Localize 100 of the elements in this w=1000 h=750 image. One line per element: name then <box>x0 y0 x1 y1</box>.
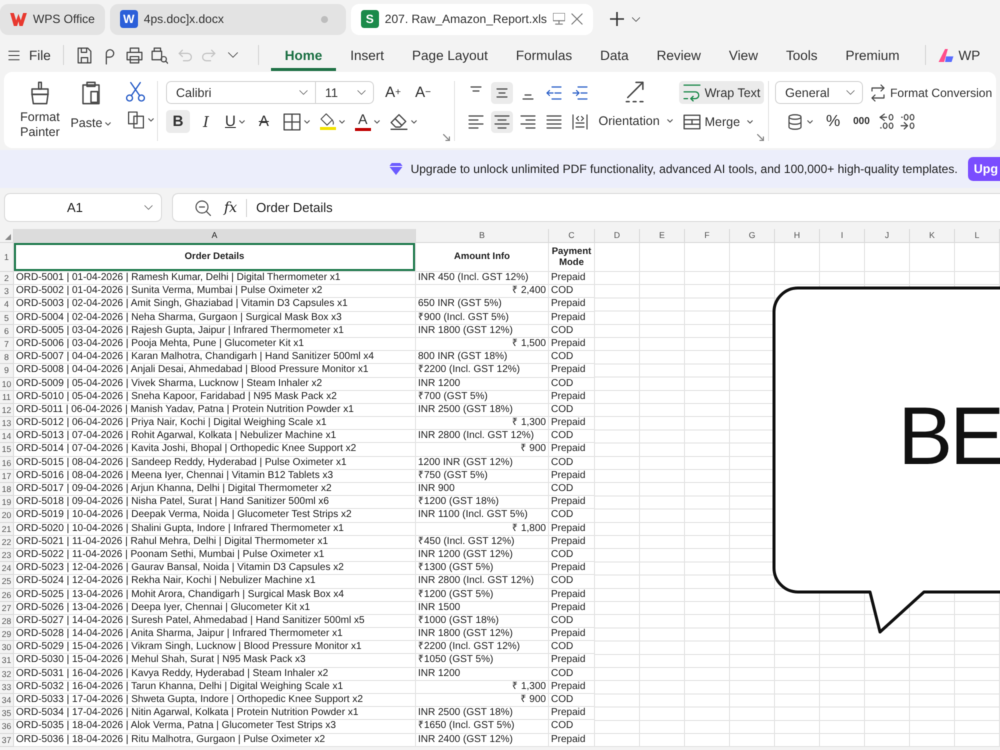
row-number[interactable]: 7 <box>0 338 14 352</box>
print-preview-icon[interactable] <box>150 46 168 64</box>
merge-button[interactable]: Merge <box>678 110 764 133</box>
row-number[interactable]: 2 <box>0 272 14 286</box>
column-header[interactable]: C <box>549 229 595 243</box>
upgrade-button[interactable]: Upg <box>968 157 1000 181</box>
scissors-icon[interactable] <box>126 81 145 102</box>
column-header[interactable]: I <box>820 229 865 243</box>
column-header[interactable]: H <box>775 229 820 243</box>
right-arrow-zeros-icon[interactable] <box>900 113 915 130</box>
document-tab[interactable]: WPS Office <box>0 4 105 34</box>
format-conversion-button[interactable]: Format Conversion <box>867 81 994 104</box>
document-tab[interactable]: S 207. Raw_Amazon_Report.xls <box>350 4 593 34</box>
row-number[interactable]: 36 <box>0 720 14 734</box>
row-number[interactable]: 15 <box>0 443 14 457</box>
name-box[interactable]: A1 <box>4 193 162 222</box>
row-number[interactable]: 11 <box>0 390 14 404</box>
underline-button[interactable]: U <box>222 110 248 133</box>
ribbon-tab[interactable]: View <box>714 39 772 71</box>
row-number[interactable]: 9 <box>0 364 14 378</box>
row-number[interactable]: 13 <box>0 417 14 430</box>
row-number[interactable]: 14 <box>0 430 14 444</box>
column-header[interactable]: E <box>640 229 685 243</box>
row-number[interactable]: 25 <box>0 575 14 588</box>
row-number[interactable]: 22 <box>0 536 14 549</box>
row-number[interactable]: 33 <box>0 680 14 694</box>
ribbon-tab[interactable]: Tools <box>772 39 832 71</box>
ribbon-tab[interactable]: Premium <box>831 39 914 71</box>
row-number[interactable]: 28 <box>0 614 14 628</box>
row-number[interactable]: 24 <box>0 562 14 576</box>
ribbon-tab[interactable]: Insert <box>336 39 398 71</box>
monitor-icon[interactable] <box>552 13 565 25</box>
row-number[interactable]: 6 <box>0 324 14 338</box>
formula-input[interactable]: Order Details <box>256 200 1000 215</box>
select-all-button[interactable] <box>0 229 14 243</box>
document-tab[interactable]: W 4ps.doc]x.docx <box>110 4 346 34</box>
row-number[interactable]: 34 <box>0 694 14 708</box>
row-number[interactable]: 18 <box>0 483 14 496</box>
ribbon-tab[interactable]: Data <box>586 39 643 71</box>
strikethrough-button[interactable]: A <box>252 110 276 133</box>
row-number[interactable]: 31 <box>0 654 14 668</box>
row-number[interactable]: 4 <box>0 298 14 312</box>
percent-button[interactable]: % <box>822 110 844 133</box>
column-header[interactable]: J <box>865 229 910 243</box>
row-number[interactable]: 16 <box>0 456 14 470</box>
row-number[interactable]: 5 <box>0 312 14 325</box>
orientation-button[interactable]: Orientation <box>594 109 677 132</box>
row-number[interactable]: 12 <box>0 404 14 418</box>
row-number[interactable]: 32 <box>0 668 14 681</box>
fx-label[interactable]: fx <box>224 200 238 216</box>
bold-button[interactable]: B <box>166 110 190 133</box>
ai-menu-button[interactable]: WP <box>938 48 980 62</box>
font-color-button[interactable]: A <box>352 110 383 133</box>
column-header[interactable]: G <box>730 229 775 243</box>
close-icon[interactable] <box>570 13 583 25</box>
row-number[interactable]: 27 <box>0 602 14 615</box>
corner-arrow-icon[interactable] <box>442 134 450 141</box>
align-center-icon[interactable] <box>490 110 513 132</box>
ribbon-tab[interactable]: Review <box>642 39 715 71</box>
column-header[interactable]: L <box>955 229 1000 243</box>
row-number[interactable]: 10 <box>0 378 14 391</box>
file-menu-button[interactable]: File <box>8 48 51 62</box>
row-number[interactable]: 8 <box>0 351 14 364</box>
row-number[interactable]: 21 <box>0 522 14 536</box>
align-middle-icon[interactable] <box>490 82 513 104</box>
row-number[interactable]: 37 <box>0 734 14 747</box>
row-number[interactable]: 3 <box>0 285 14 298</box>
ribbon-tab[interactable]: Formulas <box>502 39 586 71</box>
font-name-dropdown[interactable]: Calibri <box>166 81 316 104</box>
row-number[interactable]: 23 <box>0 548 14 562</box>
font-size-dropdown[interactable]: 11 <box>316 81 374 104</box>
increase-font-size-button[interactable]: A$^{+}$ <box>382 81 404 104</box>
left-arrow-zeros-icon[interactable] <box>878 113 894 130</box>
column-header[interactable]: D <box>595 229 640 243</box>
ribbon-tab[interactable]: Page Layout <box>398 39 502 71</box>
wrap-text-button[interactable]: Wrap Text <box>678 81 764 104</box>
column-header[interactable]: A <box>14 229 416 243</box>
row-number[interactable]: 17 <box>0 470 14 483</box>
save-icon[interactable] <box>76 46 93 64</box>
format-painter-button[interactable]: Format Painter <box>16 81 64 141</box>
row-number[interactable]: 35 <box>0 707 14 720</box>
row-number[interactable]: 30 <box>0 641 14 654</box>
row-number[interactable]: 19 <box>0 496 14 510</box>
thousands-button[interactable]: 000 <box>850 110 873 133</box>
decrease-font-size-button[interactable]: A$^{−}$ <box>412 81 434 104</box>
column-header[interactable]: B <box>416 229 549 243</box>
corner-arrow-icon[interactable] <box>757 134 764 141</box>
row-number[interactable]: 1 <box>0 243 14 272</box>
column-header[interactable]: F <box>685 229 730 243</box>
column-header[interactable]: K <box>910 229 955 243</box>
paste-button[interactable]: Paste <box>70 81 112 141</box>
row-number[interactable]: 20 <box>0 509 14 523</box>
zoom-icon[interactable] <box>195 200 211 216</box>
row-number[interactable]: 29 <box>0 628 14 642</box>
chevron-down-icon[interactable] <box>632 16 640 22</box>
italic-button[interactable]: I <box>194 110 218 133</box>
printer-icon[interactable] <box>126 46 143 64</box>
plus-icon[interactable] <box>610 12 624 26</box>
row-number[interactable]: 26 <box>0 588 14 602</box>
number-format-dropdown[interactable]: General <box>775 81 864 104</box>
